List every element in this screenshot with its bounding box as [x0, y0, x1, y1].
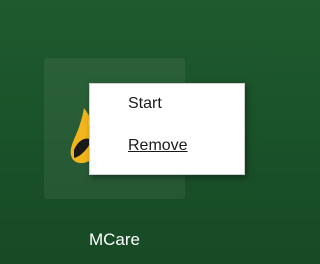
- menu-item-start[interactable]: Start: [128, 91, 236, 117]
- context-menu: Start Remove: [89, 83, 245, 175]
- app-shortcut-label[interactable]: MCare: [44, 230, 185, 250]
- menu-item-remove[interactable]: Remove: [128, 133, 236, 159]
